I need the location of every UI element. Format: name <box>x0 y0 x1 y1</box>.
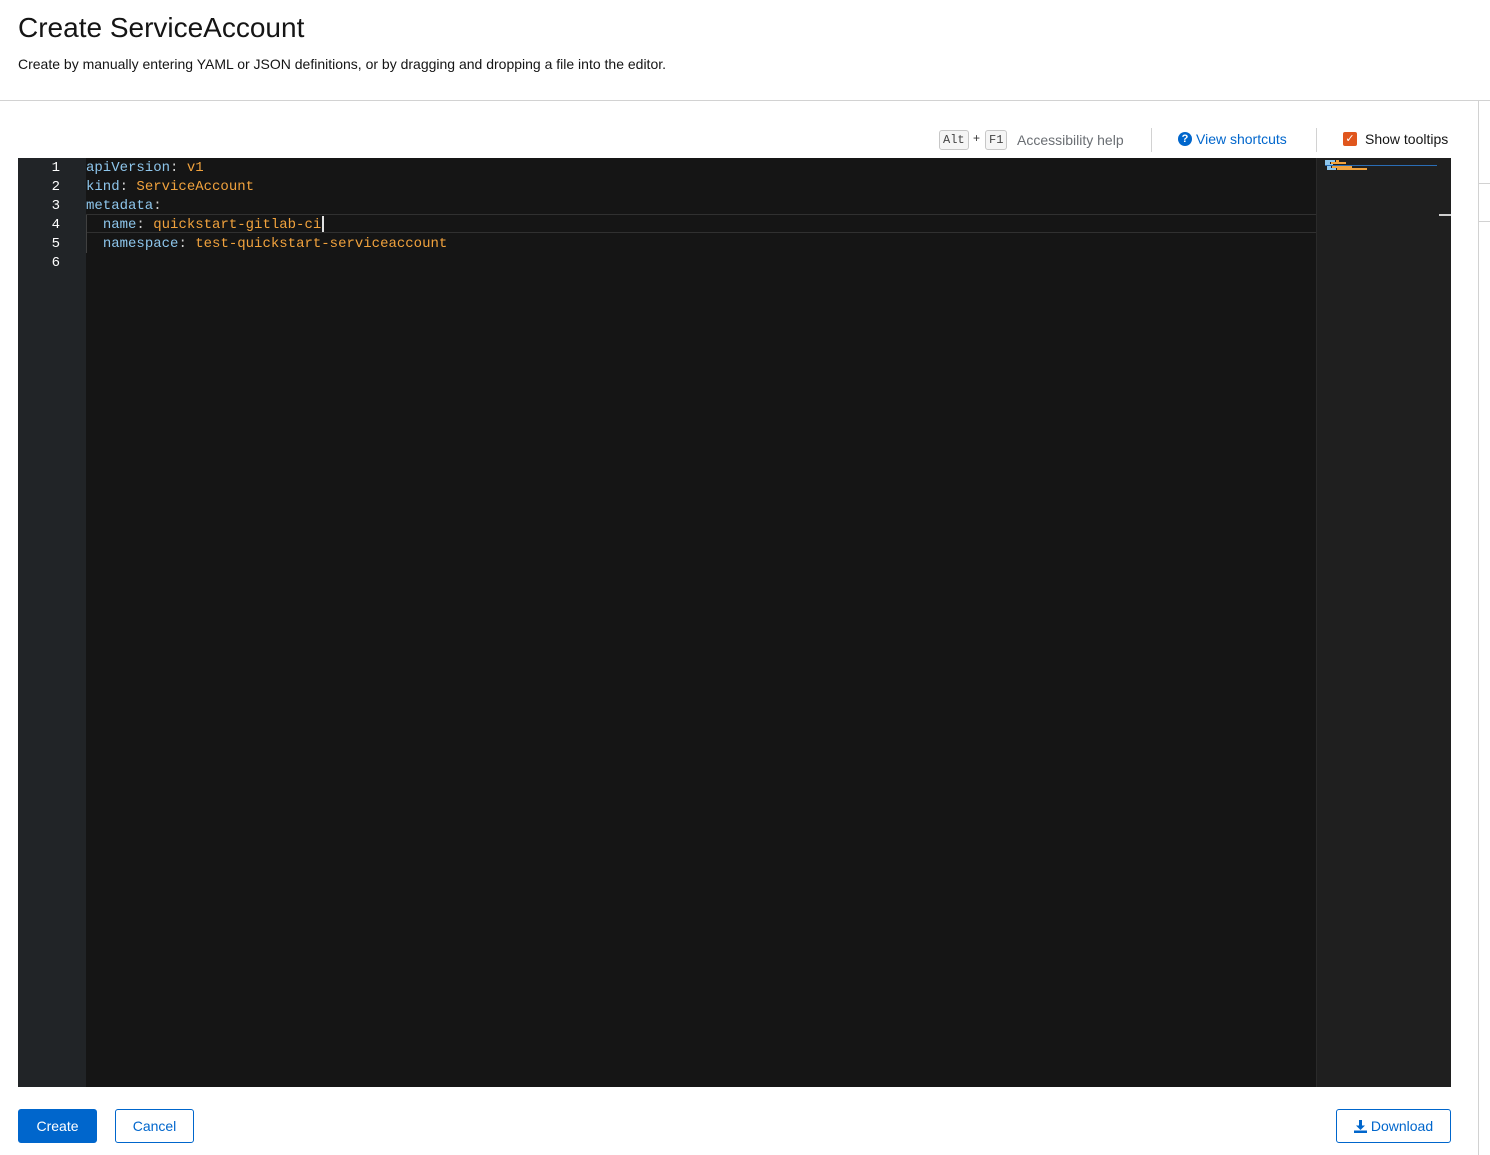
right-rail <box>1478 101 1490 1155</box>
create-button[interactable]: Create <box>18 1109 97 1143</box>
show-tooltips-label: Show tooltips <box>1365 131 1449 147</box>
line-number: 1 <box>51 160 60 176</box>
key-plus: + <box>973 131 981 145</box>
download-label: Download <box>1370 1118 1434 1134</box>
code-line: metadata: <box>86 198 162 214</box>
toolbar-divider <box>1316 128 1317 152</box>
line-number: 3 <box>51 198 60 214</box>
f1-key: F1 <box>985 130 1008 150</box>
line-number-gutter: 1 2 3 4 5 6 <box>18 158 86 1087</box>
download-icon <box>1353 1119 1367 1133</box>
view-shortcuts-link[interactable]: ? View shortcuts <box>1178 131 1287 147</box>
question-circle-icon: ? <box>1178 132 1192 146</box>
code-line: name: quickstart-gitlab-ci <box>102 217 322 233</box>
text-cursor <box>322 216 324 232</box>
download-button[interactable]: Download <box>1336 1109 1451 1143</box>
checkbox-checked-icon: ✓ <box>1343 132 1357 146</box>
editor-toolbar: Alt + F1 Accessibility help ? View short… <box>18 124 1451 156</box>
show-tooltips-checkbox[interactable]: ✓ Show tooltips <box>1343 131 1448 147</box>
line-number: 4 <box>51 217 60 233</box>
editor-minimap[interactable] <box>1316 158 1451 1087</box>
minimap-scroll-indicator[interactable] <box>1439 214 1451 216</box>
cancel-button[interactable]: Cancel <box>115 1109 194 1143</box>
line-number: 6 <box>51 255 60 271</box>
page-title: Create ServiceAccount <box>18 12 305 43</box>
toolbar-divider <box>1151 128 1152 152</box>
line-number: 2 <box>51 179 60 195</box>
yaml-editor[interactable]: 1 2 3 4 5 6 apiVersion: v1 kind: Service… <box>18 158 1451 1087</box>
code-line: kind: ServiceAccount <box>86 179 255 195</box>
page-description: Create by manually entering YAML or JSON… <box>18 56 667 72</box>
accessibility-help-text: Accessibility help <box>1017 132 1124 148</box>
page-header: Create ServiceAccount Create by manually… <box>0 0 1490 101</box>
view-shortcuts-label: View shortcuts <box>1196 131 1287 147</box>
code-line: namespace: test-quickstart-serviceaccoun… <box>102 236 448 252</box>
line-number: 5 <box>51 236 60 252</box>
code-area[interactable]: apiVersion: v1 kind: ServiceAccount meta… <box>86 158 1316 1087</box>
alt-key: Alt <box>939 130 969 150</box>
code-line: apiVersion: v1 <box>86 160 204 176</box>
